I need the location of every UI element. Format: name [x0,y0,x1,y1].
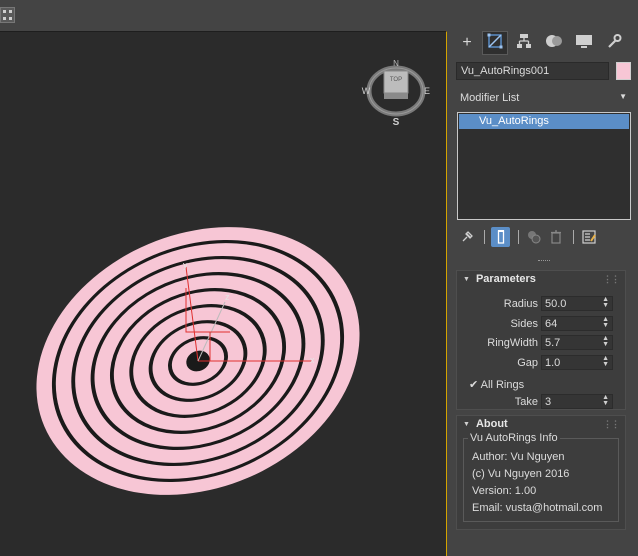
collapse-triangle-icon: ▼ [463,276,470,283]
create-tab[interactable]: + [454,31,480,55]
gap-spinner[interactable]: 1.0 ▲ ▼ [541,355,613,370]
viewcube-s-label: S [393,117,400,128]
display-icon [575,33,593,54]
divider [573,230,574,244]
author-text: Author: Vu Nguyen [472,451,565,463]
gap-value: 1.0 [545,357,561,369]
motion-tab[interactable] [541,31,567,55]
about-rollout: ▼ About ⋮⋮ Vu AutoRings Info Author: Vu N… [456,415,626,530]
command-panel-tabs: + [449,31,638,55]
radius-row: Radius 50.0 ▲ ▼ [457,296,625,312]
collapse-triangle-icon: ▼ [463,421,470,428]
gizmo-z-label: z [225,292,230,302]
ringwidth-row: RingWidth 5.7 ▲ ▼ [457,335,625,351]
spinner-arrows-icon[interactable]: ▲ ▼ [602,335,609,348]
rollout-grip-icon: ⋮⋮ [603,419,620,429]
ringwidth-value: 5.7 [545,337,561,349]
viewport-canvas[interactable]: y x z TOP N S E W [0,32,447,556]
modifier-stack: Vu_AutoRings [457,112,631,220]
spinner-arrows-icon[interactable]: ▲ ▼ [602,296,609,309]
gap-row: Gap 1.0 ▲ ▼ [457,355,625,371]
make-unique-icon[interactable] [526,227,542,247]
radius-label: Radius [503,298,538,310]
ringwidth-spinner[interactable]: 5.7 ▲ ▼ [541,335,613,350]
viewcube[interactable]: TOP N S E W [362,59,430,128]
configure-sets-icon[interactable] [581,227,597,247]
take-spinner[interactable]: 3 ▲ ▼ [541,394,613,409]
spinner-arrows-icon[interactable]: ▲ ▼ [602,355,609,368]
display-tab[interactable] [571,31,597,55]
about-group-title: Vu AutoRings Info [468,432,560,444]
email-text: Email: vusta@hotmail.com [472,502,603,514]
take-label: Take [514,396,538,408]
all-rings-label: All Rings [480,379,525,391]
viewcube-top-label: TOP [390,77,402,83]
gap-label: Gap [517,357,538,369]
ringwidth-label: RingWidth [487,337,538,349]
motion-icon [545,33,563,54]
viewcube-w-label: W [362,86,371,96]
gizmo-y-label: y [183,260,188,270]
utilities-tab[interactable] [601,31,627,55]
parameters-rollout-header[interactable]: ▼ Parameters ⋮⋮ [457,271,625,289]
hierarchy-icon [516,33,532,54]
about-title: About [475,418,508,430]
create-icon: + [462,34,472,51]
viewcube-front-face [384,93,408,99]
modifier-stack-item[interactable]: Vu_AutoRings [459,114,629,129]
sides-row: Sides 64 ▲ ▼ [457,316,625,332]
pin-stack-icon[interactable] [459,227,475,247]
hierarchy-tab[interactable] [511,31,537,55]
spinner-arrows-icon[interactable]: ▲ ▼ [602,316,609,329]
version-text: Version: 1.00 [472,485,537,497]
divider [518,230,519,244]
viewcube-e-label: E [424,86,430,96]
checkmark-icon: ✔ [469,379,479,391]
spinner-arrows-icon[interactable]: ▲ ▼ [602,394,609,407]
toolbar-grid-icon[interactable] [0,7,15,23]
take-value: 3 [545,396,552,408]
modify-tab[interactable] [482,31,508,55]
parameters-title: Parameters [475,273,536,285]
show-end-result-icon[interactable] [491,227,510,247]
all-rings-checkbox[interactable]: ✔ All Rings [469,378,524,391]
main-toolbar [0,0,638,31]
parameters-rollout: ▼ Parameters ⋮⋮ Radius 50.0 ▲ ▼ Sides 64 ▲ ▼ … [456,270,626,410]
command-panel: + Vu_AutoRings001 Modifier List ▼ Vu_Aut… [449,31,638,556]
about-info-group: Vu AutoRings Info Author: Vu Nguyen (c) … [463,432,619,522]
sides-spinner[interactable]: 64 ▲ ▼ [541,316,613,331]
object-color-swatch[interactable] [616,62,631,80]
copyright-text: (c) Vu Nguyen 2016 [472,468,570,480]
object-name-input[interactable]: Vu_AutoRings001 [456,62,609,80]
modify-icon [487,33,503,54]
perspective-viewport[interactable]: y x z TOP N S E W [0,31,447,556]
modifier-list-dropdown[interactable]: Modifier List ▼ [456,89,631,107]
divider [484,230,485,244]
modifier-list-label: Modifier List [460,92,520,104]
radius-value: 50.0 [545,298,567,310]
panel-grip[interactable] [538,260,550,264]
utilities-icon [606,33,622,54]
rollout-grip-icon: ⋮⋮ [603,274,620,284]
take-row: Take 3 ▲ ▼ [457,394,625,410]
gizmo-x-label: x [310,355,315,365]
remove-modifier-icon[interactable] [548,227,564,247]
viewcube-n-label: N [393,59,399,68]
dropdown-arrow-icon: ▼ [619,92,627,101]
sides-value: 64 [545,318,558,330]
radius-spinner[interactable]: 50.0 ▲ ▼ [541,296,613,311]
stack-toolbar [457,227,631,247]
sides-label: Sides [510,318,538,330]
